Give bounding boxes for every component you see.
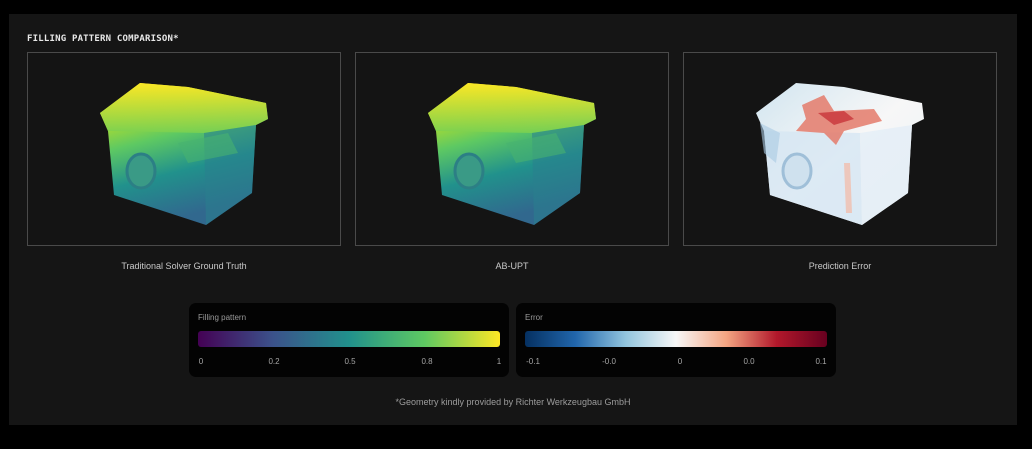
ground-truth-render (100, 83, 268, 225)
comparison-panel: FILLING PATTERN COMPARISON* Traditional … (9, 14, 1017, 425)
ground-truth-caption: Traditional Solver Ground Truth (121, 261, 247, 271)
filling-legend-title: Filling pattern (198, 313, 247, 322)
ground-truth-view[interactable] (27, 52, 341, 246)
filling-tick: 0 (198, 357, 204, 366)
error-tick: 0 (677, 357, 683, 366)
filling-tick: 0.8 (421, 357, 433, 366)
filling-tick: 0.2 (268, 357, 280, 366)
geometry-footnote: *Geometry kindly provided by Richter Wer… (395, 397, 631, 407)
filling-pattern-legend: Filling pattern 0 0.2 0.5 0.8 1 (189, 303, 509, 377)
prediction-error-view[interactable] (683, 52, 997, 246)
prediction-error-caption: Prediction Error (808, 261, 872, 271)
prediction-error-render (756, 83, 924, 225)
section-title: FILLING PATTERN COMPARISON* (27, 34, 179, 44)
error-tick: -0.1 (526, 357, 540, 366)
error-legend: Error -0.1 -0.0 0 0.0 0.1 (516, 303, 836, 377)
error-colorbar (525, 331, 827, 347)
filling-colorbar (198, 331, 500, 347)
error-legend-title: Error (525, 313, 543, 322)
filling-tick: 0.5 (344, 357, 356, 366)
ab-upt-view[interactable] (355, 52, 669, 246)
error-tick: 0.0 (743, 357, 755, 366)
error-tick: -0.0 (602, 357, 616, 366)
filling-tick: 1 (496, 357, 502, 366)
ab-upt-caption: AB-UPT (495, 261, 529, 271)
error-tick: 0.1 (815, 357, 827, 366)
ab-upt-render (428, 83, 596, 225)
